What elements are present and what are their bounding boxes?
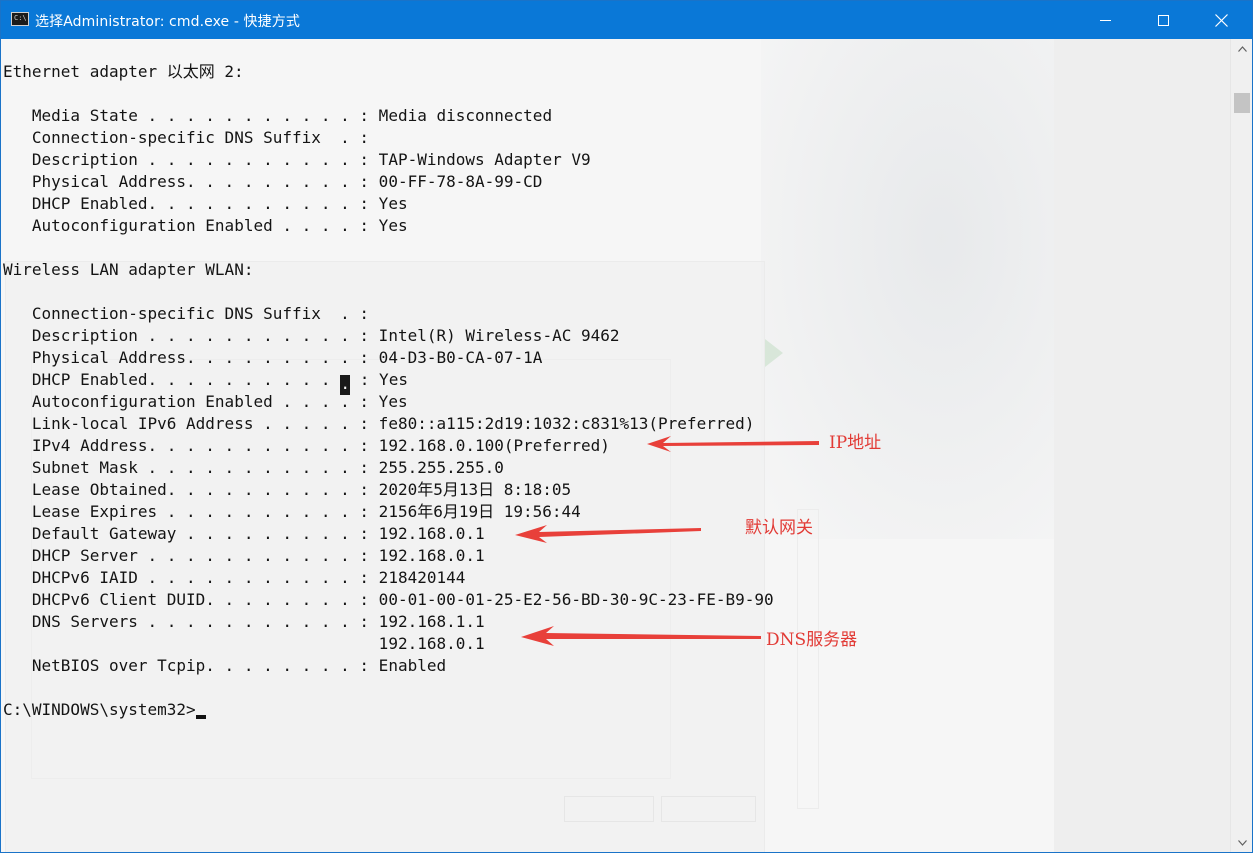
window-title: 选择Administrator: cmd.exe - 快捷方式 — [35, 14, 300, 30]
console-area[interactable]: Ethernet adapter 以太网 2: Media State . . … — [1, 39, 1230, 852]
chevron-up-icon — [1237, 46, 1247, 52]
cmd-window: C:\ 选择Administrator: cmd.exe - 快捷方式 Ethe… — [0, 0, 1253, 853]
chevron-down-icon — [1237, 840, 1247, 846]
scroll-down-button[interactable] — [1231, 833, 1252, 852]
scroll-up-button[interactable] — [1231, 39, 1252, 59]
close-icon — [1214, 13, 1228, 27]
scroll-thumb[interactable] — [1234, 93, 1250, 113]
arrow-dns — [521, 626, 761, 646]
minimize-button[interactable] — [1082, 1, 1128, 39]
arrow-ip — [647, 436, 819, 452]
title-bar[interactable]: C:\ 选择Administrator: cmd.exe - 快捷方式 — [1, 1, 1252, 39]
dns-annotation: DNS服务器 — [766, 630, 858, 650]
minimize-icon — [1099, 19, 1111, 21]
vertical-scrollbar[interactable] — [1230, 39, 1252, 852]
cmd-icon[interactable]: C:\ — [11, 12, 29, 26]
close-button[interactable] — [1198, 1, 1244, 39]
annotation-arrows — [515, 436, 819, 646]
ip-annotation: IP地址 — [829, 433, 882, 453]
arrow-gateway — [515, 525, 701, 543]
gateway-annotation: 默认网关 — [745, 518, 813, 538]
maximize-icon — [1157, 14, 1169, 26]
maximize-button[interactable] — [1140, 1, 1186, 39]
